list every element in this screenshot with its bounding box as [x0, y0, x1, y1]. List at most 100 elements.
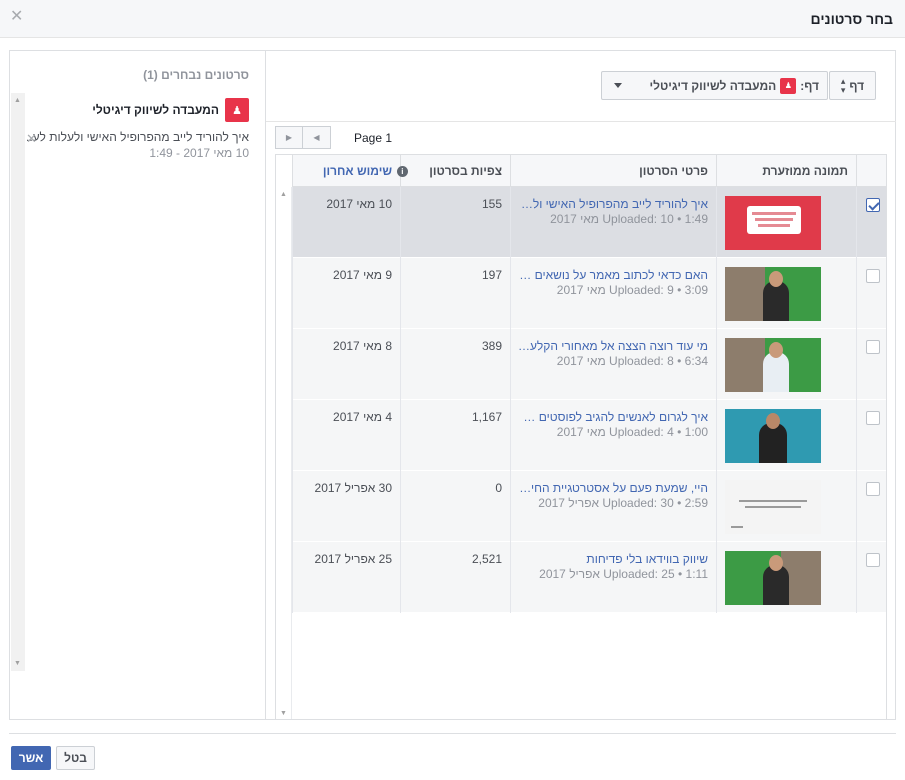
cell-views: 0: [400, 471, 510, 542]
scroll-up-icon[interactable]: ▲: [14, 97, 21, 104]
sort-arrows-icon: ▴ ▾: [840, 75, 846, 95]
cell-last-used: 4 מאי 2017: [292, 400, 400, 471]
divider: [9, 733, 896, 734]
page-select-dropdown[interactable]: דף: ♟ המעבדה לשיווק דיגיטלי: [601, 71, 828, 100]
cell-thumbnail: [716, 400, 856, 471]
column-views[interactable]: צפיות בסרטון i: [396, 155, 510, 187]
scroll-down-icon[interactable]: ▼: [14, 660, 21, 667]
remove-selected-icon[interactable]: ✕: [26, 131, 37, 147]
cell-thumbnail: [716, 542, 856, 613]
cell-details: איך לגרום לאנשים להגיב לפוסטים שלכם 1:00…: [510, 400, 716, 471]
cell-views: 197: [400, 258, 510, 329]
table-row[interactable]: 30 אפריל 2017 0 היי, שמעת פעם על אסטרטגי…: [292, 471, 886, 542]
column-details: פרטי הסרטון: [510, 155, 716, 187]
video-green-white-icon: [725, 338, 821, 392]
cell-views: 389: [400, 329, 510, 400]
selected-video-meta: 10 מאי 2017 - 1:49: [149, 146, 249, 160]
row-checkbox[interactable]: [866, 553, 880, 567]
page-logo-icon: ♟: [225, 98, 249, 122]
selected-page-name: המעבדה לשיווק דיגיטלי: [92, 103, 219, 117]
cell-views: 2,521: [400, 542, 510, 613]
red-quote-icon: [725, 196, 821, 250]
view-count: 389: [481, 339, 502, 353]
video-title-link[interactable]: איך להוריד לייב מהפרופיל האישי ולעלות לע…: [516, 197, 708, 211]
cell-details: שיווק בווידאו בלי פדיחות 1:11 • Uploaded…: [510, 542, 716, 613]
cell-select: [856, 258, 886, 329]
video-meta: 1:49 • Uploaded: 10 מאי 2017: [550, 212, 708, 226]
row-checkbox[interactable]: [866, 482, 880, 496]
table-row[interactable]: 8 מאי 2017 389 מי עוד רוצה הצצה אל מאחור…: [292, 329, 886, 400]
table-row[interactable]: 9 מאי 2017 197 האם כדאי לכתוב מאמר על נו…: [292, 258, 886, 329]
selected-panel-scrollbar[interactable]: ▲ ▼: [11, 93, 25, 671]
next-page-button[interactable]: ▶: [275, 126, 303, 149]
cell-select: [856, 187, 886, 258]
close-icon[interactable]: ✕: [10, 8, 23, 26]
last-used-date: 30 אפריל 2017: [314, 481, 392, 495]
table-row[interactable]: 25 אפריל 2017 2,521 שיווק בווידאו בלי פד…: [292, 542, 886, 613]
cell-select: [856, 542, 886, 613]
selected-videos-title: סרטונים נבחרים (1): [143, 68, 249, 82]
video-blue-icon: [725, 409, 821, 463]
video-title-link[interactable]: שיווק בווידאו בלי פדיחות: [516, 552, 708, 566]
cell-last-used: 30 אפריל 2017: [292, 471, 400, 542]
video-meta: 6:34 • Uploaded: 8 מאי 2017: [556, 354, 708, 368]
video-title-link[interactable]: האם כדאי לכתוב מאמר על נושאים של אחרים: [516, 268, 708, 282]
video-meta: 2:59 • Uploaded: 30 אפריל 2017: [538, 496, 708, 510]
last-used-date: 10 מאי 2017: [326, 197, 392, 211]
row-checkbox[interactable]: [866, 269, 880, 283]
last-used-date: 8 מאי 2017: [333, 339, 392, 353]
cancel-button[interactable]: בטל: [56, 746, 95, 770]
cell-views: 155: [400, 187, 510, 258]
document-icon: [725, 480, 821, 534]
cell-select: [856, 471, 886, 542]
video-title-link[interactable]: איך לגרום לאנשים להגיב לפוסטים שלכם: [516, 410, 708, 424]
last-used-date: 4 מאי 2017: [333, 410, 392, 424]
view-count: 1,167: [471, 410, 502, 424]
cell-thumbnail: [716, 471, 856, 542]
row-checkbox[interactable]: [866, 411, 880, 425]
page-select-label: דף:: [800, 78, 819, 93]
confirm-button[interactable]: אשר: [11, 746, 51, 770]
videos-table: שימוש אחרון צפיות בסרטון i פרטי הסרטון ת…: [275, 154, 887, 720]
scroll-down-icon[interactable]: ▼: [280, 710, 287, 717]
video-green-icon: [725, 551, 821, 605]
page-logo-icon: ♟: [780, 77, 797, 94]
cell-last-used: 25 אפריל 2017: [292, 542, 400, 613]
cell-last-used: 8 מאי 2017: [292, 329, 400, 400]
info-icon[interactable]: i: [396, 166, 408, 178]
selected-page-row: ♟ המעבדה לשיווק דיגיטלי: [92, 98, 249, 122]
divider: [266, 121, 896, 122]
row-checkbox[interactable]: [866, 340, 880, 354]
column-last-used[interactable]: שימוש אחרון: [292, 155, 400, 187]
table-scrollbar[interactable]: ▲ ▼: [276, 187, 292, 719]
cell-details: האם כדאי לכתוב מאמר על נושאים של אחרים 3…: [510, 258, 716, 329]
video-title-link[interactable]: מי עוד רוצה הצצה אל מאחורי הקלעים של: [516, 339, 708, 353]
cell-last-used: 10 מאי 2017: [292, 187, 400, 258]
page-filter-button[interactable]: דף ▴ ▾: [829, 71, 876, 100]
table-row[interactable]: 10 מאי 2017 155 איך להוריד לייב מהפרופיל…: [292, 187, 886, 258]
dialog-header: בחר סרטונים ✕: [0, 0, 905, 38]
video-meta: 3:09 • Uploaded: 9 מאי 2017: [556, 283, 708, 297]
cell-select: [856, 400, 886, 471]
cell-thumbnail: [716, 258, 856, 329]
table-row[interactable]: 4 מאי 2017 1,167 איך לגרום לאנשים להגיב …: [292, 400, 886, 471]
prev-page-button[interactable]: ◀: [303, 126, 331, 149]
pager: ▶ ◀ Page 1: [275, 126, 392, 149]
cell-details: היי, שמעת פעם על אסטרטגיית החיתוך 2:59 •…: [510, 471, 716, 542]
scroll-up-icon[interactable]: ▲: [280, 191, 287, 198]
cell-details: מי עוד רוצה הצצה אל מאחורי הקלעים של 6:3…: [510, 329, 716, 400]
cell-select: [856, 329, 886, 400]
cell-last-used: 9 מאי 2017: [292, 258, 400, 329]
selected-video-title: איך להוריד לייב מהפרופיל האישי ולעלות לע…: [26, 130, 249, 144]
page-filter-label: דף: [849, 78, 865, 93]
cell-details: איך להוריד לייב מהפרופיל האישי ולעלות לע…: [510, 187, 716, 258]
video-meta: 1:00 • Uploaded: 4 מאי 2017: [556, 425, 708, 439]
cell-thumbnail: [716, 187, 856, 258]
row-checkbox[interactable]: [866, 198, 880, 212]
column-thumbnail: תמונה ממוזערת: [716, 155, 856, 187]
video-title-link[interactable]: היי, שמעת פעם על אסטרטגיית החיתוך: [516, 481, 708, 495]
page-select-value: המעבדה לשיווק דיגיטלי: [649, 78, 777, 93]
video-browser-panel: דף ▴ ▾ דף: ♟ המעבדה לשיווק דיגיטלי ▶ ◀ Pa…: [266, 50, 896, 720]
view-count: 0: [495, 481, 502, 495]
dialog-title: בחר סרטונים: [810, 11, 893, 27]
